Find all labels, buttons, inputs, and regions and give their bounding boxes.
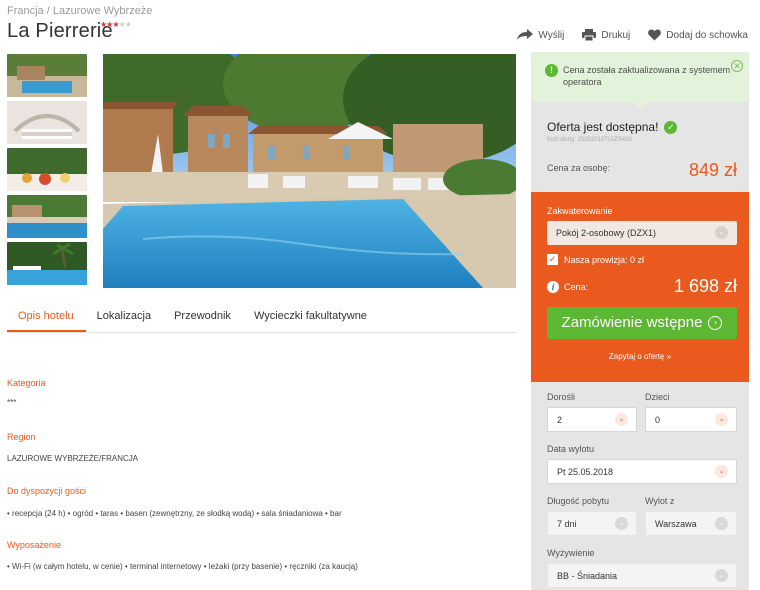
chevron-down-icon: ⌄ bbox=[715, 413, 728, 426]
board-value: BB - Śniadania bbox=[557, 571, 618, 581]
send-label: Wyślij bbox=[538, 29, 565, 41]
board-label: Wyżywienie bbox=[547, 548, 595, 558]
amenities-list: • recepcja (24 h) • ogród • taras • base… bbox=[7, 509, 342, 518]
offer-code: Kod oferty: 25052018TUIZS428 bbox=[547, 137, 632, 143]
total-price: 1 698 zł bbox=[673, 276, 737, 296]
stay-length-label: Długość pobytu bbox=[547, 496, 610, 506]
commission-text: Nasza prowizja: 0 zł bbox=[564, 254, 645, 265]
children-value: 0 bbox=[655, 415, 661, 425]
breadcrumb-region[interactable]: Lazurowe Wybrzeże bbox=[53, 5, 153, 17]
amenities-heading: Do dyspozycji gości bbox=[7, 486, 87, 496]
equipment-heading: Wyposażenie bbox=[7, 540, 61, 550]
print-label: Drukuj bbox=[601, 29, 631, 41]
offer-available-text: Oferta jest dostępna! bbox=[547, 120, 659, 134]
photo-thumbnails bbox=[7, 54, 87, 289]
exclamation-icon: ! bbox=[545, 64, 558, 77]
chevron-down-icon: ⌄ bbox=[715, 569, 728, 582]
stay-length-value: 7 dni bbox=[557, 519, 577, 529]
chevron-down-icon: ⌄ bbox=[715, 226, 728, 239]
region-heading: Region bbox=[7, 432, 36, 442]
order-button-label: Zamówienie wstępne bbox=[561, 314, 703, 331]
commission-row: ✓ Nasza prowizja: 0 zł bbox=[547, 254, 737, 265]
thumbnail-4[interactable] bbox=[7, 195, 87, 238]
offer-availability: Oferta jest dostępna! ✓ bbox=[547, 120, 737, 134]
departure-from-value: Warszawa bbox=[655, 519, 697, 529]
tab-location[interactable]: Lokalizacja bbox=[86, 302, 163, 332]
price-label: Cena: bbox=[564, 282, 589, 292]
printer-icon bbox=[582, 29, 597, 41]
notice-text: Cena została zaktualizowana z systemem o… bbox=[563, 65, 731, 87]
category-value: *** bbox=[7, 398, 17, 407]
price-update-notice: ! ✕ Cena została zaktualizowana z system… bbox=[531, 52, 749, 102]
commission-checkbox[interactable]: ✓ bbox=[547, 254, 558, 265]
offer-summary: Oferta jest dostępna! ✓ Kod oferty: 2505… bbox=[531, 102, 749, 192]
close-icon[interactable]: ✕ bbox=[731, 60, 743, 72]
chevron-down-icon: ⌄ bbox=[615, 413, 628, 426]
thumbnail-3[interactable] bbox=[7, 148, 87, 191]
chevron-down-icon: ⌄ bbox=[715, 465, 728, 478]
breadcrumb-separator: / bbox=[46, 5, 50, 17]
price-per-person-label: Cena za osobę: bbox=[547, 163, 611, 173]
info-icon[interactable]: i bbox=[547, 281, 559, 293]
adults-value: 2 bbox=[557, 415, 563, 425]
accommodation-value: Pokój 2-osobowy (DZX1) bbox=[556, 228, 657, 238]
order-button[interactable]: Zamówienie wstępne › bbox=[547, 307, 737, 339]
booking-panel: ! ✕ Cena została zaktualizowana z system… bbox=[531, 52, 749, 590]
star-rating-filled: ★★★ bbox=[100, 20, 119, 29]
booking-box: Zakwaterowanie Pokój 2-osobowy (DZX1) ⌄ … bbox=[531, 192, 749, 382]
notice-arrow bbox=[633, 102, 649, 110]
print-button[interactable]: Drukuj bbox=[582, 29, 630, 41]
share-arrow-icon bbox=[517, 29, 534, 40]
thumbnail-1[interactable] bbox=[7, 54, 87, 97]
stay-length-select[interactable]: 7 dni ⌄ bbox=[547, 511, 637, 536]
thumbnail-5[interactable] bbox=[7, 242, 87, 285]
tab-hotel-description[interactable]: Opis hotelu bbox=[7, 302, 86, 332]
main-hotel-photo[interactable] bbox=[103, 54, 516, 288]
price-per-person: 849 zł bbox=[688, 160, 737, 180]
page-actions: Wyślij Drukuj Dodaj do schowka bbox=[517, 29, 748, 41]
hotel-tabs: Opis hotelu Lokalizacja Przewodnik Wycie… bbox=[7, 302, 516, 333]
departure-date-value: Pt 25.05.2018 bbox=[557, 467, 614, 477]
chevron-down-icon: ⌄ bbox=[615, 517, 628, 530]
adults-select[interactable]: 2 ⌄ bbox=[547, 407, 637, 432]
check-icon: ✓ bbox=[664, 120, 678, 134]
children-label: Dzieci bbox=[645, 392, 670, 402]
arrow-right-icon: › bbox=[708, 316, 723, 330]
board-select[interactable]: BB - Śniadania ⌄ bbox=[547, 563, 737, 588]
price-row: i Cena: bbox=[547, 281, 588, 293]
thumbnail-2[interactable] bbox=[7, 101, 87, 144]
tab-excursions[interactable]: Wycieczki fakultatywne bbox=[243, 302, 379, 332]
departure-date-select[interactable]: Pt 25.05.2018 ⌄ bbox=[547, 459, 737, 484]
trip-options-form: Dorośli Dzieci 2 ⌄ 0 ⌄ Data wylotu Pt 25… bbox=[531, 382, 749, 590]
departure-date-label: Data wylotu bbox=[547, 444, 595, 454]
send-button[interactable]: Wyślij bbox=[517, 29, 564, 41]
departure-from-select[interactable]: Warszawa ⌄ bbox=[645, 511, 737, 536]
add-to-clipboard-button[interactable]: Dodaj do schowka bbox=[648, 29, 748, 41]
category-heading: Kategoria bbox=[7, 378, 46, 388]
hotel-stars: ★★★★★ bbox=[100, 20, 132, 29]
children-select[interactable]: 0 ⌄ bbox=[645, 407, 737, 432]
chevron-down-icon: ⌄ bbox=[715, 517, 728, 530]
breadcrumb: Francja / Lazurowe Wybrzeże bbox=[7, 5, 152, 17]
equipment-list: • Wi-Fi (w całym hotelu, w cenie) • term… bbox=[7, 562, 358, 571]
page-title: La Pierrerie bbox=[7, 20, 113, 42]
accommodation-select[interactable]: Pokój 2-osobowy (DZX1) ⌄ bbox=[547, 221, 737, 245]
adults-label: Dorośli bbox=[547, 392, 576, 402]
add-to-clipboard-label: Dodaj do schowka bbox=[666, 29, 748, 41]
accommodation-label: Zakwaterowanie bbox=[547, 206, 613, 216]
star-rating-empty: ★★ bbox=[118, 20, 132, 29]
departure-from-label: Wylot z bbox=[645, 496, 675, 506]
ask-about-offer-link[interactable]: Zapytaj o ofertę » bbox=[531, 352, 749, 361]
breadcrumb-country[interactable]: Francja bbox=[7, 5, 44, 17]
heart-icon bbox=[648, 29, 662, 41]
region-value: LAZUROWE WYBRZEŻE/FRANCJA bbox=[7, 454, 139, 463]
tab-guide[interactable]: Przewodnik bbox=[163, 302, 243, 332]
